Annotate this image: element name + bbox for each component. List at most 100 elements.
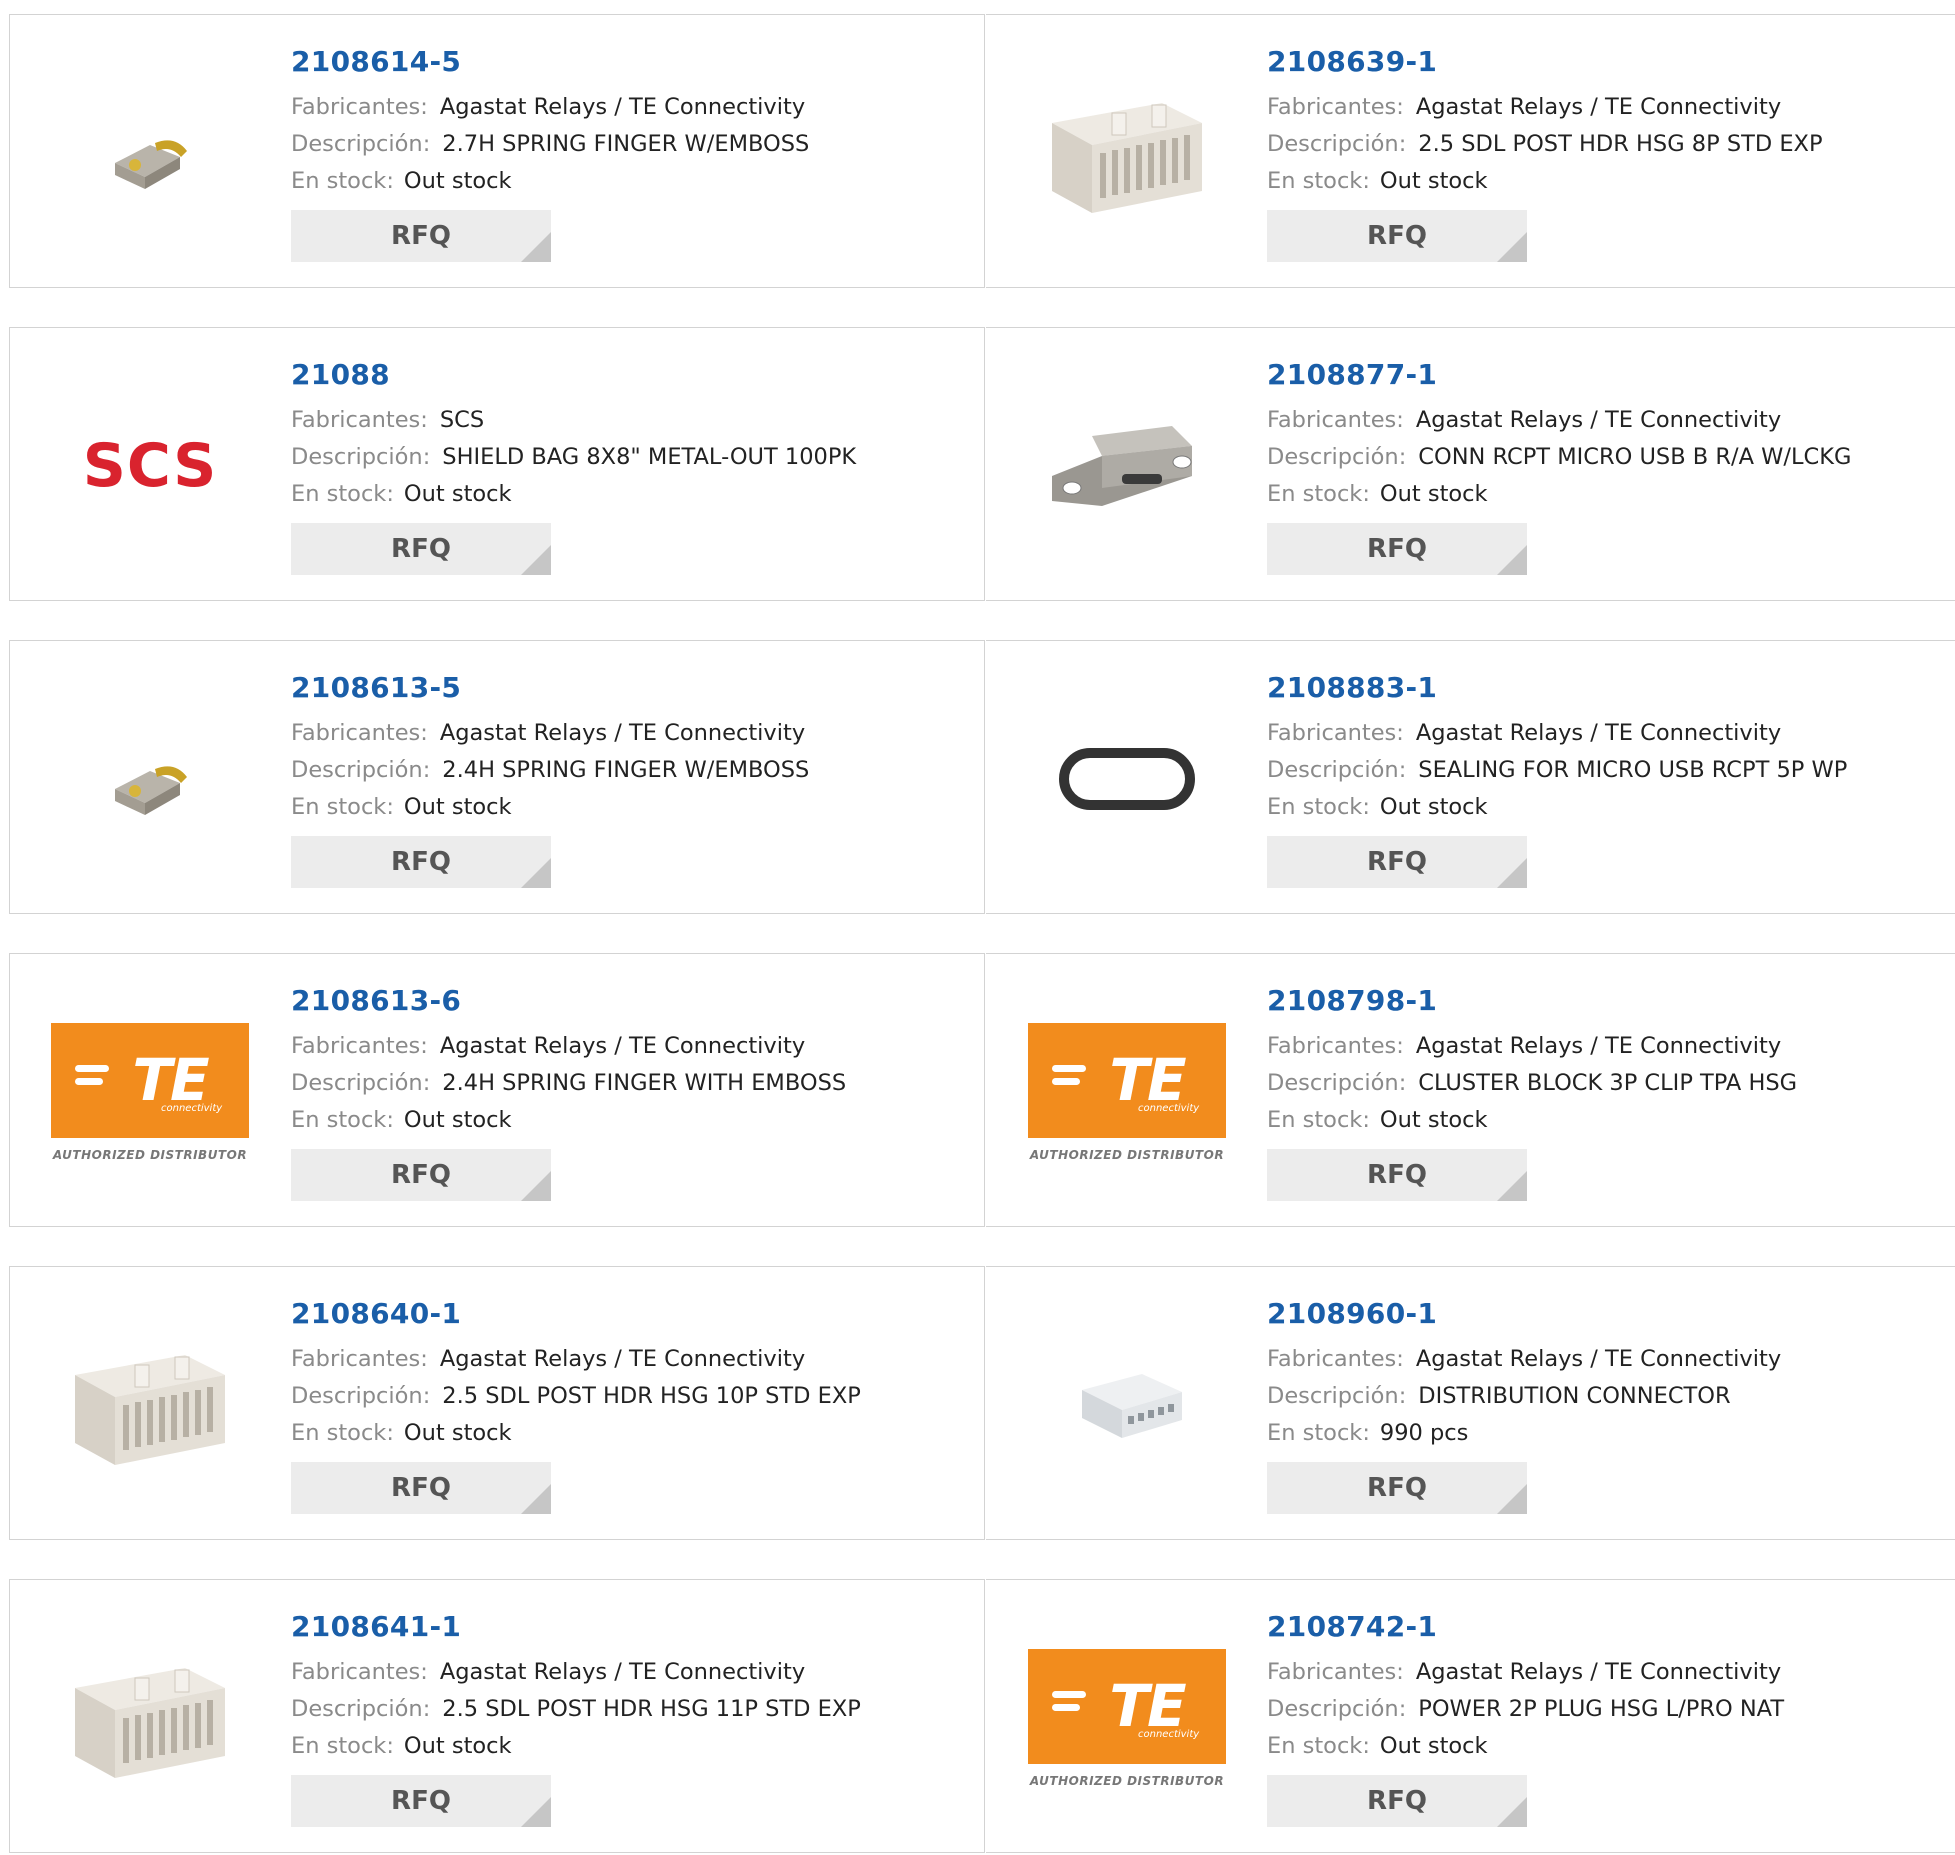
description-value: CLUSTER BLOCK 3P CLIP TPA HSG [1418, 1070, 1798, 1096]
description-label: Descripción: [1267, 1696, 1407, 1722]
description-value: CONN RCPT MICRO USB B R/A W/LCKG [1418, 444, 1852, 470]
product-image[interactable] [50, 1618, 250, 1818]
product-image[interactable] [1027, 53, 1227, 253]
te-logo-sub: connectivity [1138, 1102, 1200, 1114]
rfq-button[interactable]: RFQ [291, 1149, 551, 1201]
product-row: 2108613-5 Fabricantes: Agastat Relays / T… [9, 640, 1955, 916]
stock-row: En stock: Out stock [291, 1102, 846, 1139]
part-number-link[interactable]: 2108613-5 [291, 671, 809, 705]
stock-row: En stock: Out stock [1267, 1102, 1797, 1139]
corner-triangle-icon [1497, 858, 1527, 888]
stock-label: En stock: [291, 1733, 394, 1759]
part-number-link[interactable]: 2108613-6 [291, 984, 846, 1018]
description-label: Descripción: [291, 131, 431, 157]
part-number-link[interactable]: 2108640-1 [291, 1297, 861, 1331]
manufacturer-row: Fabricantes: Agastat Relays / TE Connecti… [1267, 1654, 1784, 1691]
description-label: Descripción: [1267, 1070, 1407, 1096]
part-number-link[interactable]: 2108641-1 [291, 1610, 861, 1644]
rfq-button[interactable]: RFQ [291, 523, 551, 575]
product-image[interactable] [1027, 1305, 1227, 1505]
product-card: 2108960-1 Fabricantes: Agastat Relays / T… [986, 1266, 1955, 1540]
connector-housing-icon [75, 1355, 225, 1465]
product-image[interactable] [1027, 366, 1227, 566]
manufacturer-row: Fabricantes: Agastat Relays / TE Connecti… [1267, 1341, 1781, 1378]
manufacturer-row: Fabricantes: Agastat Relays / TE Connecti… [291, 715, 809, 752]
part-number-link[interactable]: 2108639-1 [1267, 45, 1823, 79]
description-value: 2.5 SDL POST HDR HSG 10P STD EXP [442, 1383, 861, 1409]
scs-logo: SCS [82, 431, 218, 501]
product-info: 2108639-1 Fabricantes: Agastat Relays / T… [1267, 45, 1823, 262]
stock-value: Out stock [403, 1733, 512, 1759]
manufacturer-value: Agastat Relays / TE Connectivity [1415, 1346, 1782, 1372]
description-label: Descripción: [1267, 757, 1407, 783]
rfq-button[interactable]: RFQ [291, 836, 551, 888]
product-image[interactable] [1027, 679, 1227, 879]
manufacturer-label: Fabricantes: [291, 1346, 428, 1372]
product-info: 2108640-1 Fabricantes: Agastat Relays / T… [291, 1297, 861, 1514]
manufacturer-value: Agastat Relays / TE Connectivity [439, 1659, 806, 1685]
rfq-label: RFQ [391, 221, 451, 251]
stock-row: En stock: Out stock [291, 163, 809, 200]
product-row: TE connectivity AUTHORIZED DISTRIBUTOR 2… [9, 953, 1955, 1229]
product-card: TE connectivity AUTHORIZED DISTRIBUTOR 2… [986, 953, 1955, 1227]
part-number-link[interactable]: 2108614-5 [291, 45, 809, 79]
description-value: 2.4H SPRING FINGER WITH EMBOSS [442, 1070, 847, 1096]
product-image[interactable]: TE connectivity AUTHORIZED DISTRIBUTOR [1027, 1618, 1227, 1818]
description-label: Descripción: [291, 1070, 431, 1096]
stock-value: Out stock [1379, 794, 1488, 820]
product-row: SCS 21088 Fabricantes: SCS Descripción: SH… [9, 327, 1955, 603]
rfq-button[interactable]: RFQ [1267, 836, 1527, 888]
description-row: Descripción: SEALING FOR MICRO USB RCPT 5… [1267, 752, 1847, 789]
description-row: Descripción: 2.4H SPRING FINGER W/EMBOSS [291, 752, 809, 789]
description-value: 2.4H SPRING FINGER W/EMBOSS [442, 757, 810, 783]
stock-value: Out stock [1379, 481, 1488, 507]
description-row: Descripción: POWER 2P PLUG HSG L/PRO NAT [1267, 1691, 1784, 1728]
description-value: SEALING FOR MICRO USB RCPT 5P WP [1418, 757, 1848, 783]
rfq-label: RFQ [391, 1786, 451, 1816]
rfq-button[interactable]: RFQ [1267, 1149, 1527, 1201]
manufacturer-value: Agastat Relays / TE Connectivity [439, 1033, 806, 1059]
stock-label: En stock: [291, 1420, 394, 1446]
product-image[interactable]: TE connectivity AUTHORIZED DISTRIBUTOR [1027, 992, 1227, 1192]
stock-row: En stock: 990 pcs [1267, 1415, 1781, 1452]
micro-usb-icon [1052, 426, 1192, 506]
rfq-button[interactable]: RFQ [1267, 523, 1527, 575]
part-number-link[interactable]: 2108960-1 [1267, 1297, 1781, 1331]
manufacturer-label: Fabricantes: [1267, 720, 1404, 746]
product-image[interactable] [50, 679, 250, 879]
stock-value: Out stock [403, 168, 512, 194]
stock-label: En stock: [1267, 1733, 1370, 1759]
description-row: Descripción: DISTRIBUTION CONNECTOR [1267, 1378, 1781, 1415]
description-label: Descripción: [291, 1696, 431, 1722]
stock-label: En stock: [1267, 1420, 1370, 1446]
product-image[interactable] [50, 1305, 250, 1505]
rfq-label: RFQ [1367, 221, 1427, 251]
stock-label: En stock: [291, 168, 394, 194]
corner-triangle-icon [1497, 1171, 1527, 1201]
manufacturer-value: Agastat Relays / TE Connectivity [1415, 407, 1782, 433]
rfq-button[interactable]: RFQ [1267, 1462, 1527, 1514]
manufacturer-label: Fabricantes: [1267, 407, 1404, 433]
part-number-link[interactable]: 21088 [291, 358, 856, 392]
rfq-label: RFQ [391, 1473, 451, 1503]
rfq-button[interactable]: RFQ [291, 1462, 551, 1514]
part-number-link[interactable]: 2108883-1 [1267, 671, 1847, 705]
product-image[interactable]: SCS [50, 366, 250, 566]
rfq-button[interactable]: RFQ [1267, 1775, 1527, 1827]
corner-triangle-icon [521, 1484, 551, 1514]
stock-value: Out stock [403, 1107, 512, 1133]
product-info: 2108641-1 Fabricantes: Agastat Relays / T… [291, 1610, 861, 1827]
part-number-link[interactable]: 2108742-1 [1267, 1610, 1784, 1644]
part-number-link[interactable]: 2108877-1 [1267, 358, 1851, 392]
stock-value: Out stock [1379, 1107, 1488, 1133]
product-card: SCS 21088 Fabricantes: SCS Descripción: SH… [9, 327, 985, 601]
rfq-button[interactable]: RFQ [291, 1775, 551, 1827]
rfq-button[interactable]: RFQ [291, 210, 551, 262]
product-image[interactable]: TE connectivity AUTHORIZED DISTRIBUTOR [50, 992, 250, 1192]
part-number-link[interactable]: 2108798-1 [1267, 984, 1797, 1018]
rfq-button[interactable]: RFQ [1267, 210, 1527, 262]
manufacturer-row: Fabricantes: Agastat Relays / TE Connecti… [1267, 402, 1851, 439]
corner-triangle-icon [521, 1797, 551, 1827]
product-card: 2108877-1 Fabricantes: Agastat Relays / T… [986, 327, 1955, 601]
product-image[interactable] [50, 53, 250, 253]
